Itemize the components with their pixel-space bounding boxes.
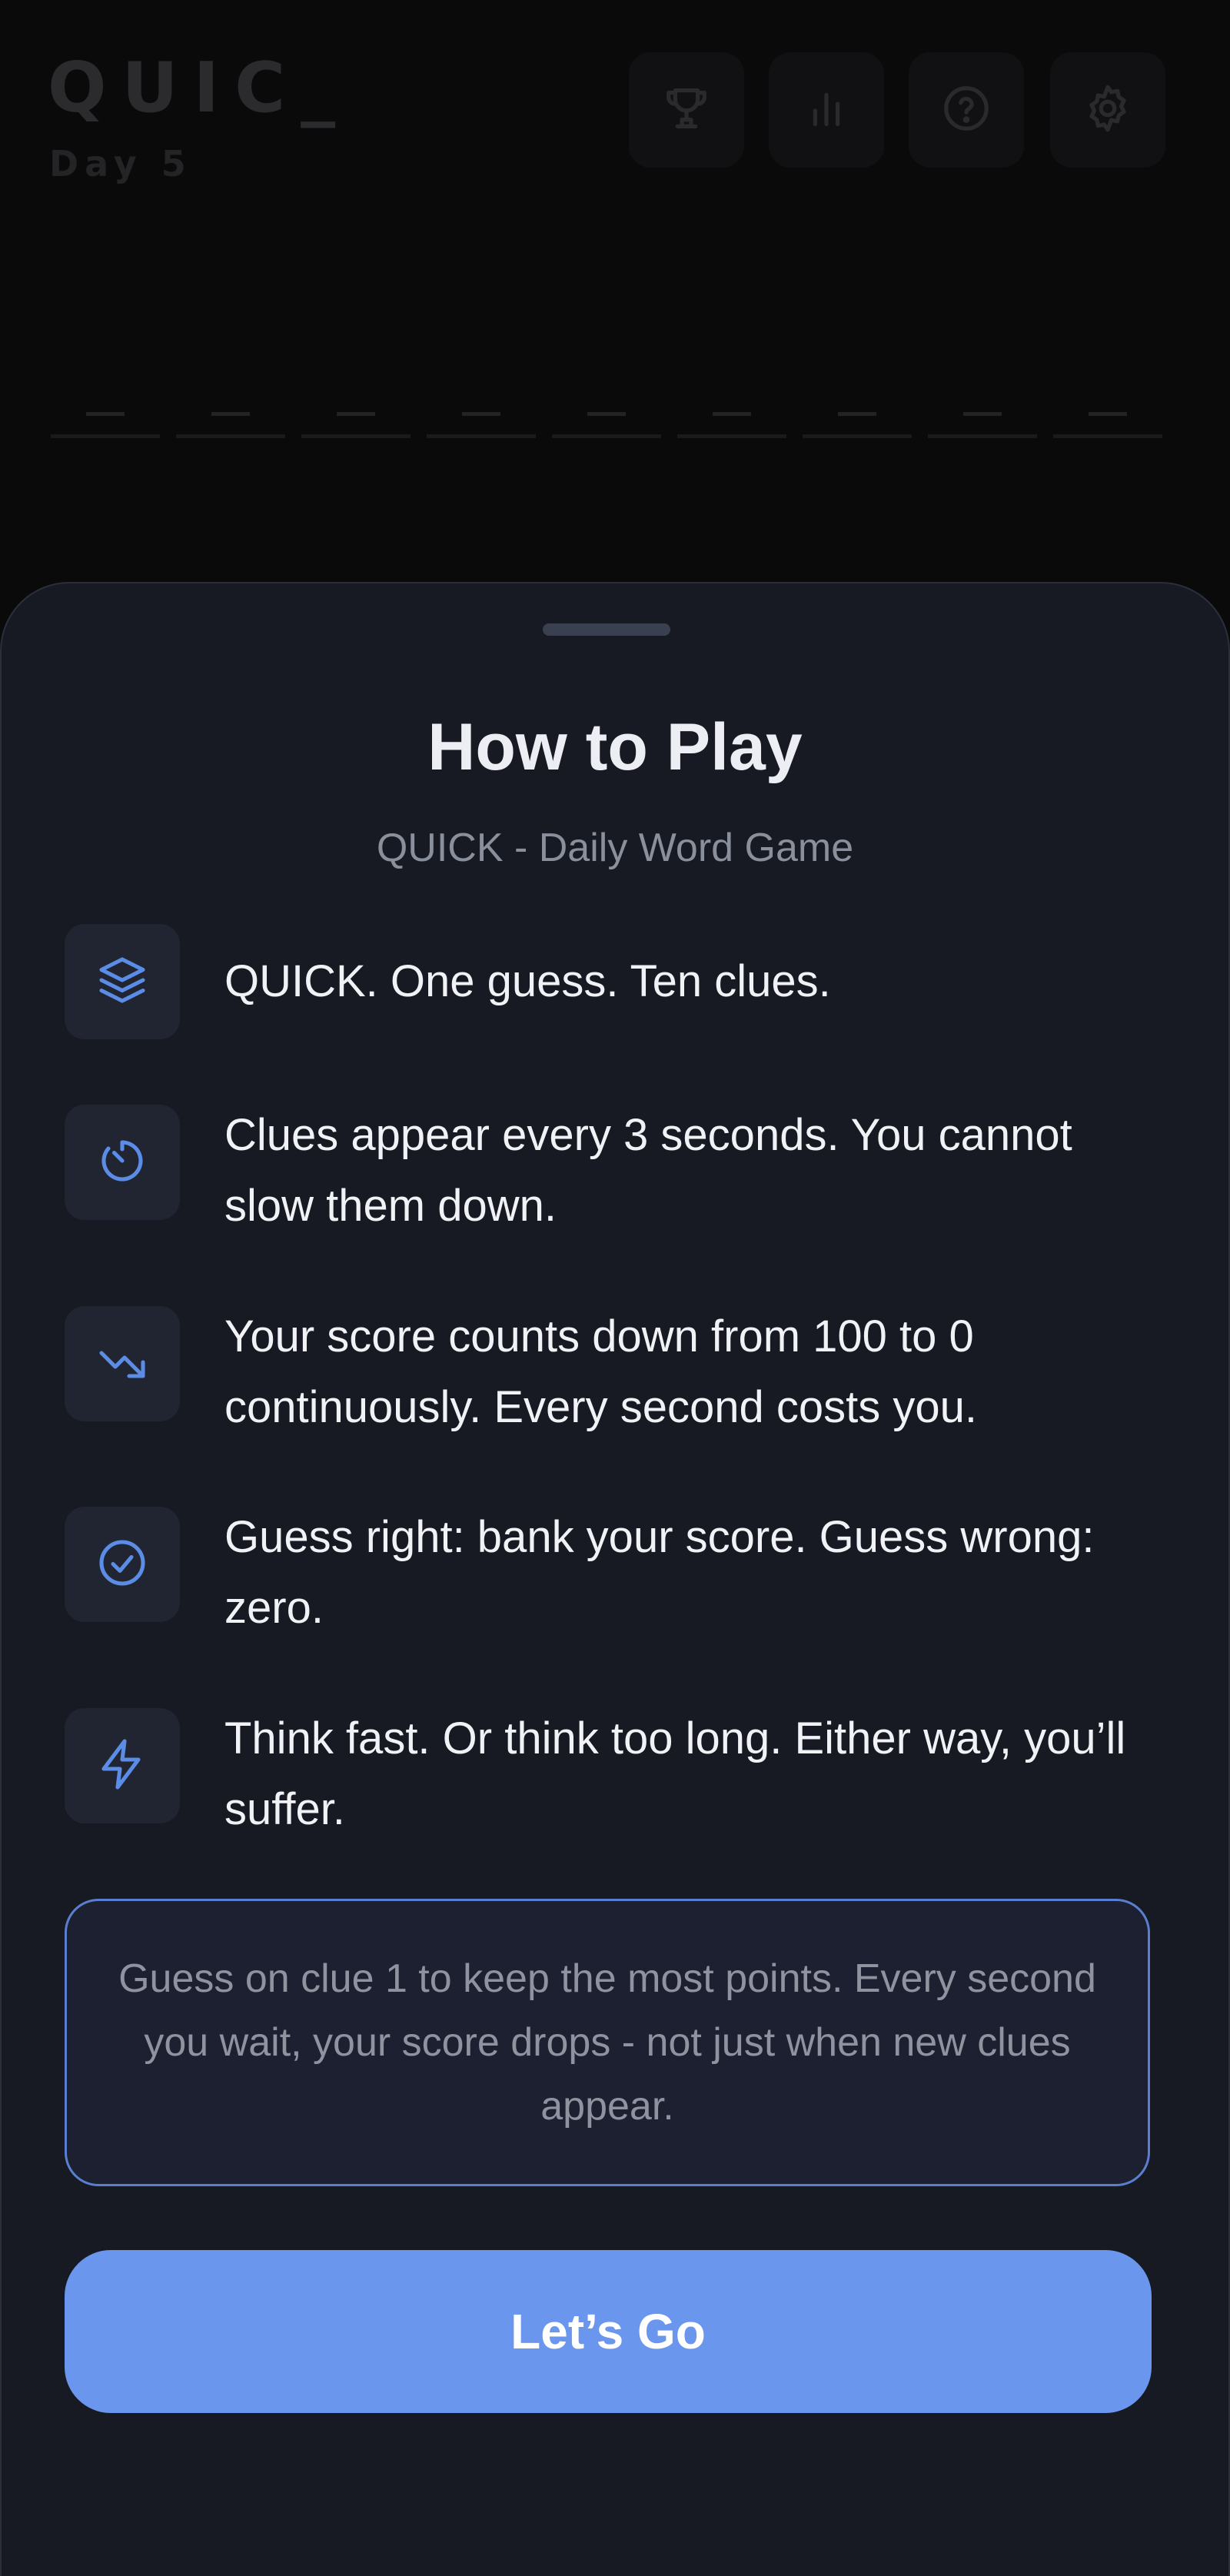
game-logo: QUIC_ <box>48 48 351 128</box>
bar-chart-icon <box>800 81 853 139</box>
settings-button[interactable] <box>1050 52 1165 168</box>
day-label: Day 5 <box>49 143 192 184</box>
help-button[interactable] <box>909 52 1024 168</box>
answer-slot <box>803 400 912 438</box>
check-circle-icon <box>95 1535 150 1594</box>
rule-text: Clues appear every 3 seconds. You cannot… <box>224 1110 1072 1231</box>
rule-text: Your score counts down from 100 to 0 con… <box>224 1311 977 1432</box>
game-screen: QUIC_ Day 5 <box>0 0 1230 584</box>
layers-icon <box>95 952 150 1012</box>
help-circle-icon <box>939 81 993 139</box>
gear-icon <box>1081 81 1135 139</box>
sheet-subtitle: QUICK - Daily Word Game <box>376 826 854 870</box>
rule-icon-box <box>65 924 180 1039</box>
rule-icon-box <box>65 1105 180 1220</box>
answer-slot <box>176 400 285 438</box>
answer-slot <box>677 400 786 438</box>
stats-button[interactable] <box>769 52 884 168</box>
answer-slot <box>427 400 536 438</box>
sheet-drag-handle[interactable] <box>543 623 670 636</box>
timer-icon <box>95 1133 150 1192</box>
trophy-button[interactable] <box>629 52 744 168</box>
answer-slot <box>1053 400 1162 438</box>
lightning-icon <box>95 1737 150 1796</box>
tip-text: Guess on clue 1 to keep the most points.… <box>118 1956 1096 2129</box>
trending-down-icon <box>95 1335 150 1394</box>
rule-icon-box <box>65 1507 180 1622</box>
rule-text: QUICK. One guess. Ten clues. <box>224 956 831 1006</box>
how-to-play-sheet: How to Play QUICK - Daily Word Game QUIC… <box>0 582 1230 2576</box>
answer-slot <box>301 400 411 438</box>
rule-icon-box <box>65 1306 180 1421</box>
answer-slot <box>51 400 160 438</box>
rule-text: Guess right: bank your score. Guess wron… <box>224 1512 1095 1633</box>
rule-icon-box <box>65 1708 180 1823</box>
trophy-icon <box>660 81 713 139</box>
lets-go-button[interactable]: Let’s Go <box>65 2250 1152 2413</box>
answer-slots <box>51 400 1164 438</box>
answer-slot <box>928 400 1037 438</box>
sheet-title: How to Play <box>427 710 803 784</box>
tip-box: Guess on clue 1 to keep the most points.… <box>65 1899 1150 2186</box>
answer-slot <box>552 400 661 438</box>
rule-text: Think fast. Or think too long. Either wa… <box>224 1713 1126 1834</box>
